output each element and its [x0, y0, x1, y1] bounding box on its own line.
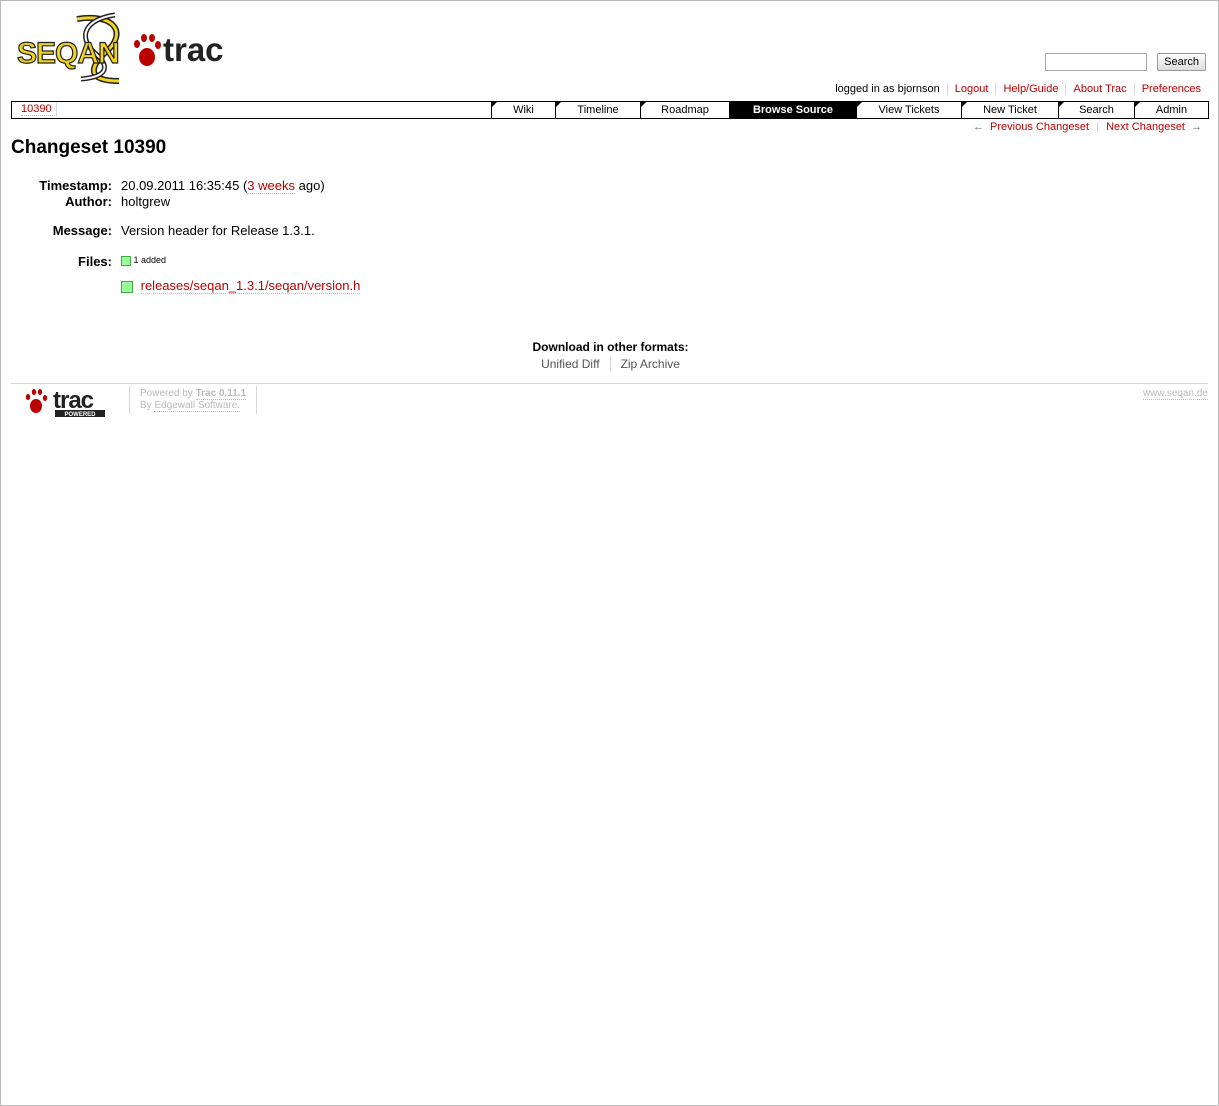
timestamp-text: 20.09.2011 16:35:45 [121, 178, 240, 193]
edgewall-link[interactable]: Edgewall Software. [154, 400, 241, 412]
previous-changeset-link[interactable]: Previous Changeset [984, 121, 1095, 133]
timestamp-value: 20.09.2011 16:35:45 (3 weeks ago) [121, 178, 325, 194]
context-changeset-link[interactable]: 10390 [21, 103, 57, 116]
search-form: Search [1044, 53, 1206, 71]
paw-icon [25, 389, 48, 413]
files-legend-text: 1 added [133, 255, 167, 265]
changeset-nav: ← Previous Changeset Next Changeset → [973, 121, 1202, 133]
tab-browse-source[interactable]: Browse Source [729, 102, 856, 118]
tab-view-tickets[interactable]: View Tickets [856, 102, 961, 118]
page-title: Changeset 10390 [11, 137, 167, 158]
right-arrow-icon: → [1191, 121, 1202, 133]
timestamp-age-suffix: ago) [298, 178, 325, 193]
footer: trac POWERED Powered by Trac 0.11.1 By E… [11, 383, 1208, 424]
files-legend: 1 added [121, 255, 166, 266]
powered-by-label: Powered by [140, 388, 193, 399]
help-guide-link[interactable]: Help/Guide [995, 83, 1066, 95]
by-label: By [140, 400, 152, 411]
logo-seqan-text: SEQAN [17, 37, 119, 70]
tab-search[interactable]: Search [1058, 102, 1134, 118]
search-input[interactable] [1044, 53, 1147, 71]
paw-icon [134, 34, 161, 66]
alternate-formats: Download in other formats: Unified Diff Z… [1, 340, 1219, 371]
file-list-item: releases/seqan_1.3.1/seqan/version.h [121, 278, 361, 294]
logged-in-status: logged in as bjornson [835, 83, 940, 95]
zip-archive-link[interactable]: Zip Archive [621, 357, 680, 371]
tab-roadmap[interactable]: Roadmap [640, 102, 729, 118]
timestamp-label: Timestamp: [39, 178, 112, 193]
about-trac-link[interactable]: About Trac [1065, 83, 1134, 95]
next-changeset-link[interactable]: Next Changeset [1100, 121, 1191, 133]
site-header: SEQAN trac [15, 11, 235, 87]
author-value: holtgrew [121, 194, 171, 209]
files-label: Files: [78, 254, 112, 269]
separator [1097, 121, 1099, 133]
powered-by-text: Powered by Trac 0.11.1 By Edgewall Softw… [129, 386, 258, 414]
main-nav: 10390 Wiki Timeline Roadmap Browse Sourc… [11, 101, 1209, 119]
seqan-trac-logo[interactable]: SEQAN trac [15, 11, 235, 87]
alternate-formats-heading: Download in other formats: [532, 340, 689, 354]
tab-new-ticket[interactable]: New Ticket [961, 102, 1058, 118]
context-nav: 10390 [21, 103, 57, 116]
timestamp-age-link[interactable]: 3 weeks [247, 178, 295, 194]
tab-wiki[interactable]: Wiki [491, 102, 555, 118]
file-link[interactable]: releases/seqan_1.3.1/seqan/version.h [140, 278, 361, 294]
logo-trac-text: trac [163, 31, 224, 68]
added-file-icon [121, 280, 133, 293]
site-link[interactable]: www.seqan.de [1142, 388, 1208, 400]
nav-tabs: Wiki Timeline Roadmap Browse Source View… [491, 102, 1208, 118]
unified-diff-link[interactable]: Unified Diff [541, 357, 599, 371]
added-swatch-icon [121, 255, 131, 266]
message-label: Message: [52, 223, 112, 238]
search-button[interactable]: Search [1157, 53, 1206, 71]
tab-admin[interactable]: Admin [1134, 102, 1208, 118]
trac-powered-logo[interactable]: trac POWERED [23, 388, 119, 418]
footer-site: www.seqan.de [1142, 388, 1208, 400]
tab-timeline[interactable]: Timeline [555, 102, 640, 118]
left-arrow-icon: ← [973, 121, 985, 133]
author-label: Author: [65, 194, 112, 209]
preferences-link[interactable]: Preferences [1133, 83, 1208, 95]
logout-link[interactable]: Logout [946, 83, 996, 95]
footer-powered-badge: POWERED [64, 412, 96, 418]
meta-nav: logged in as bjornson Logout Help/Guide Abo… [828, 83, 1208, 95]
message-value: Version header for Release 1.3.1. [121, 223, 315, 238]
trac-version-link[interactable]: Trac 0.11.1 [195, 388, 247, 400]
